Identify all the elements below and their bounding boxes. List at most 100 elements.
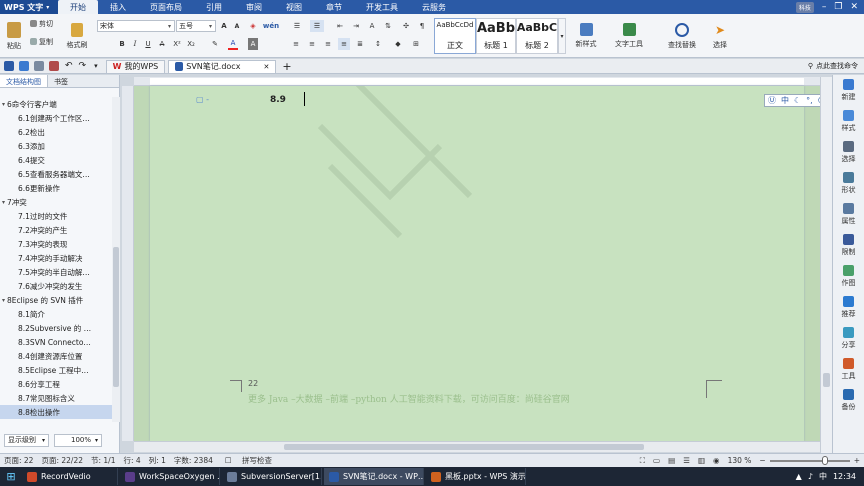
distribute-icon[interactable]: ≣ <box>354 38 366 50</box>
numbered-list-icon[interactable]: ☰ <box>310 20 324 32</box>
outline-item[interactable]: 8.3SVN Connecto… <box>0 335 112 349</box>
char-shading-button[interactable]: A <box>248 38 258 50</box>
outline-item[interactable]: 7.5冲突的半自动解… <box>0 265 112 279</box>
collapse-icon[interactable]: ▾ <box>2 297 5 304</box>
taskbar-item[interactable]: 黑板.pptx - WPS 演示 <box>426 468 526 485</box>
command-search[interactable]: ⚲ 点此查找命令 <box>808 61 858 71</box>
tab-bookmarks[interactable]: 书签 <box>48 75 74 87</box>
clock-time[interactable]: 12:34 <box>833 472 856 481</box>
task-pane-shapes[interactable]: 形状 <box>833 168 864 199</box>
taskbar-item[interactable]: WorkSpaceOxygen … <box>120 468 220 485</box>
task-pane-new[interactable]: 新建 <box>833 75 864 106</box>
highlight-icon[interactable]: ✎ <box>210 38 220 50</box>
outline-item[interactable]: 6.3添加 <box>0 139 112 153</box>
scroll-thumb[interactable] <box>284 444 644 450</box>
chinese-layout-icon[interactable]: A <box>366 20 378 32</box>
close-icon[interactable]: ✕ <box>850 2 858 12</box>
horizontal-scrollbar[interactable] <box>134 441 820 452</box>
clear-format-icon[interactable]: ◈ <box>246 20 260 32</box>
italic-button[interactable]: I <box>130 38 140 50</box>
task-pane-share[interactable]: 分享 <box>833 323 864 354</box>
menu-tab-2[interactable]: 页面布局 <box>138 0 194 14</box>
outline-item[interactable]: 8.1简介 <box>0 307 112 321</box>
open-icon[interactable] <box>4 61 14 71</box>
outline-item[interactable]: 6.1创建两个工作区… <box>0 111 112 125</box>
underline-button[interactable]: U <box>143 38 153 50</box>
chevron-down-icon[interactable]: ▾ <box>94 62 98 70</box>
font-color-button[interactable]: A <box>228 38 238 50</box>
style-heading-2[interactable]: AaBbC 标题 2 <box>516 18 558 54</box>
horizontal-ruler[interactable] <box>134 77 820 86</box>
outline-item[interactable]: 6.6更新操作 <box>0 181 112 195</box>
align-left-icon[interactable]: ≡ <box>290 38 302 50</box>
network-icon[interactable]: ▲ <box>796 472 802 481</box>
outline-item[interactable]: 8.5Eclipse 工程中… <box>0 363 112 377</box>
text-tools-button[interactable]: 文字工具 <box>610 18 648 54</box>
format-painter-button[interactable]: 格式刷 <box>64 18 90 54</box>
taskbar-item[interactable]: SubversionServer[1… <box>222 468 322 485</box>
zoom-slider[interactable] <box>769 455 850 465</box>
pdf-icon[interactable] <box>49 61 59 71</box>
align-right-icon[interactable]: ≡ <box>322 38 334 50</box>
outline-item[interactable]: 8.7常见图标含义 <box>0 391 112 405</box>
punctuation-icon[interactable]: °, <box>806 96 813 105</box>
view-page-icon[interactable]: ▭ <box>649 456 664 465</box>
decrease-indent-icon[interactable]: ⇤ <box>334 20 346 32</box>
tab-document[interactable]: SVN笔记.docx ✕ <box>168 59 277 73</box>
pane-zoom-select[interactable]: 100% ▾ <box>54 433 103 447</box>
collapse-icon[interactable]: ▾ <box>2 199 5 206</box>
collapse-icon[interactable]: ▾ <box>2 101 5 108</box>
outline-item[interactable]: 6.4提交 <box>0 153 112 167</box>
outline-item[interactable]: 7.4冲突的手动解决 <box>0 251 112 265</box>
new-tab-icon[interactable]: + <box>282 60 291 73</box>
zoom-level[interactable]: 130 % <box>724 456 756 465</box>
restore-icon[interactable]: ❐ <box>834 2 842 12</box>
wps-logo-button[interactable]: WPS 文字 ▾ <box>0 0 58 14</box>
taskbar-item[interactable]: SVN笔记.docx - WP… <box>324 468 424 485</box>
moon-icon[interactable]: ☾ <box>794 96 801 105</box>
select-button[interactable]: ➤ 选择 <box>706 18 734 54</box>
style-heading-1[interactable]: AaBb 标题 1 <box>476 18 516 54</box>
vertical-ruler[interactable] <box>122 86 134 441</box>
menu-tab-8[interactable]: 云服务 <box>410 0 458 14</box>
paste-button[interactable]: 粘贴 <box>4 18 24 54</box>
outline-item[interactable]: 6.5查看服务器端文… <box>0 167 112 181</box>
scroll-thumb[interactable] <box>823 373 830 387</box>
view-read-icon[interactable]: ▥ <box>694 456 709 465</box>
status-pages[interactable]: 页面: 22/22 <box>37 455 87 466</box>
task-pane-properties[interactable]: 属性 <box>833 199 864 230</box>
superscript-button[interactable]: X² <box>172 38 182 50</box>
cut-button[interactable]: 剪切 <box>30 18 53 29</box>
eye-icon[interactable]: ◉ <box>709 456 724 465</box>
page[interactable]: ▢ - 8.9 22 更多 Java –大数据 –前端 –python 人工智能… <box>150 86 804 441</box>
outline-item[interactable]: 7.3冲突的表现 <box>0 237 112 251</box>
font-size-select[interactable]: 五号 ▾ <box>176 20 216 32</box>
zoom-out-icon[interactable]: − <box>755 456 769 465</box>
find-replace-button[interactable]: 查找替换 <box>660 18 704 54</box>
outline-item[interactable]: ▾ 7冲突 <box>0 195 112 209</box>
outline-item[interactable]: 7.6减少冲突的发生 <box>0 279 112 293</box>
task-pane-tools[interactable]: 工具 <box>833 354 864 385</box>
start-button[interactable]: ⊞ <box>0 468 22 485</box>
menu-tab-1[interactable]: 插入 <box>98 0 138 14</box>
menu-tab-6[interactable]: 章节 <box>314 0 354 14</box>
phonetic-icon[interactable]: wén <box>263 20 279 32</box>
menu-tab-5[interactable]: 视图 <box>274 0 314 14</box>
task-pane-backup[interactable]: 备份 <box>833 385 864 416</box>
font-name-select[interactable]: 宋体 ▾ <box>97 20 175 32</box>
view-fullscreen-icon[interactable]: ⛶ <box>636 456 649 466</box>
document-area[interactable]: ▢ - 8.9 22 更多 Java –大数据 –前端 –python 人工智能… <box>134 86 864 441</box>
menu-tab-3[interactable]: 引用 <box>194 0 234 14</box>
heading-text[interactable]: 8.9 <box>270 95 286 105</box>
section-fold-icon[interactable]: ▢ - <box>196 95 209 104</box>
outline-item[interactable]: ▾ 6命令行客户端 <box>0 97 112 111</box>
input-lang[interactable]: 中 <box>819 471 827 482</box>
footer-text[interactable]: 更多 Java –大数据 –前端 –python 人工智能资料下载，可访问百度：… <box>248 392 570 405</box>
view-outline-icon[interactable]: ☰ <box>679 456 694 465</box>
user-badge[interactable]: 科技 <box>795 1 814 13</box>
copy-button[interactable]: 复制 <box>30 36 53 47</box>
justify-icon[interactable]: ≡ <box>338 38 350 50</box>
minimize-icon[interactable]: – <box>822 2 827 12</box>
line-spacing-icon[interactable]: ↕ <box>372 38 384 50</box>
outline-scrollbar[interactable] <box>112 97 120 422</box>
